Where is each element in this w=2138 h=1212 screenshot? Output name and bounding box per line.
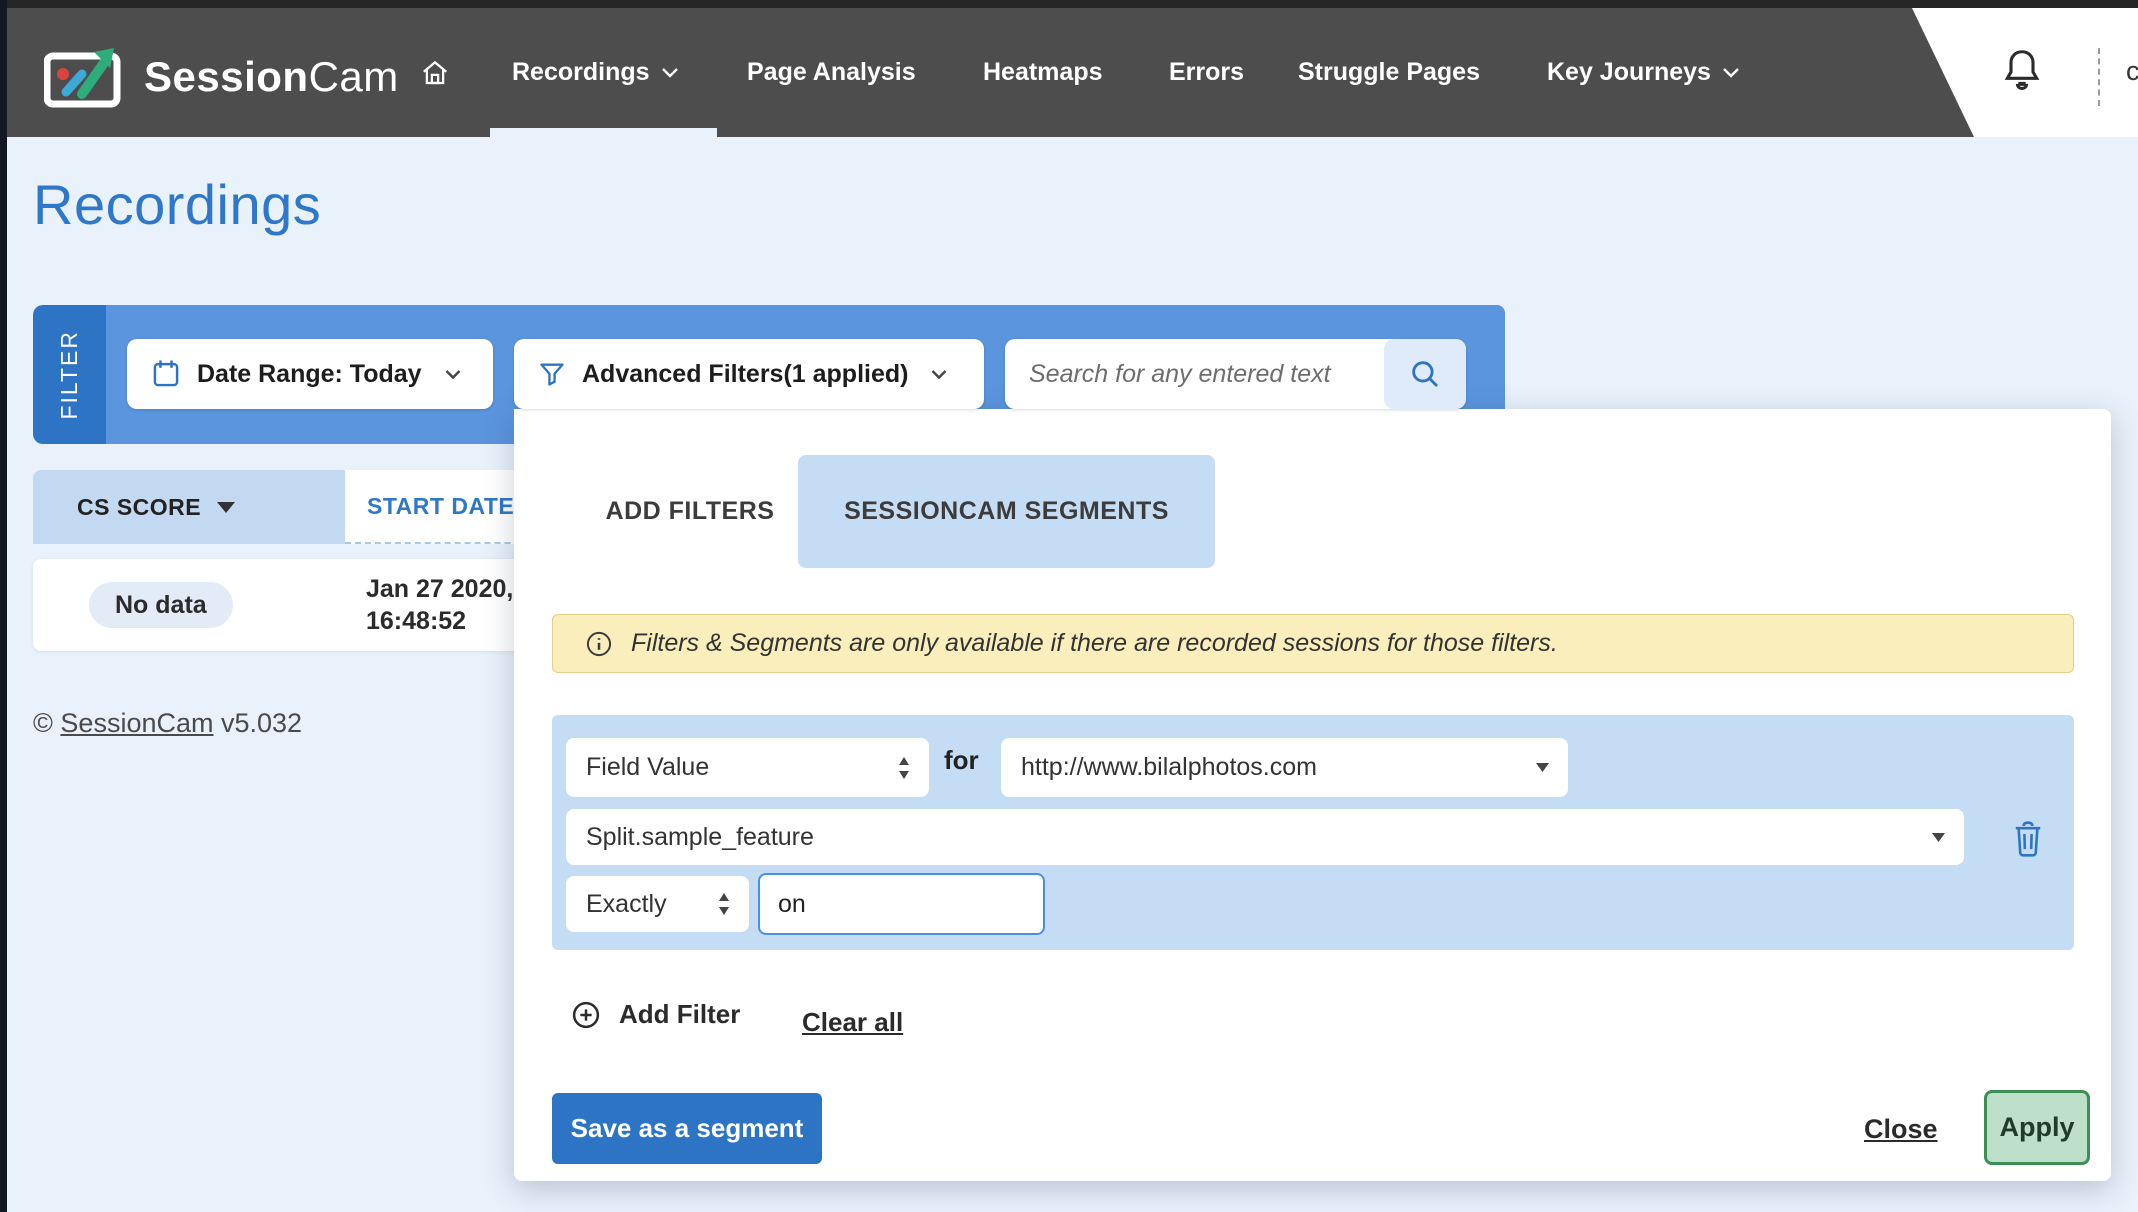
brand-name-bold: Session	[144, 53, 309, 100]
close-link[interactable]: Close	[1864, 1114, 1938, 1145]
active-nav-indicator	[490, 128, 717, 137]
chevron-down-icon	[660, 66, 680, 80]
search-box	[1005, 339, 1466, 409]
cs-score-value: No data	[115, 591, 207, 620]
nav-item-page-analysis[interactable]: Page Analysis	[747, 8, 916, 137]
operator-select[interactable]: Exactly	[566, 876, 749, 932]
circle-plus-icon	[571, 1000, 601, 1030]
page-title: Recordings	[33, 172, 321, 237]
chevron-down-icon	[444, 368, 462, 381]
nav-item-label: Struggle Pages	[1298, 58, 1480, 87]
select-spinner-icon	[897, 755, 911, 781]
chevron-down-icon	[1721, 66, 1741, 80]
footer-version: v5.032	[221, 708, 302, 738]
nav-item-key-journeys[interactable]: Key Journeys	[1547, 8, 1741, 137]
advanced-filters-button[interactable]: Advanced Filters(1 applied)	[514, 339, 984, 409]
window-top-edge	[0, 0, 2138, 8]
brand-logo[interactable]: SessionCam	[44, 44, 399, 110]
chevron-down-icon	[930, 368, 948, 381]
nav-item-recordings[interactable]: Recordings	[512, 8, 680, 137]
search-input[interactable]	[1005, 339, 1384, 409]
field-name-select[interactable]: Split.sample_feature	[566, 809, 1964, 865]
dropdown-arrow-icon	[1535, 762, 1550, 773]
brand-name: SessionCam	[144, 53, 399, 101]
cs-score-header-label: CS SCORE	[77, 494, 201, 521]
for-label: for	[944, 745, 979, 776]
tab-add-filters-label: ADD FILTERS	[606, 497, 775, 526]
nav-home[interactable]	[420, 8, 450, 137]
nav-item-label: Key Journeys	[1547, 58, 1711, 87]
footer: © SessionCam v5.032	[33, 708, 302, 739]
clear-all-link[interactable]: Clear all	[802, 1007, 903, 1038]
delete-filter-button[interactable]	[2008, 819, 2048, 859]
add-filter-button[interactable]: Add Filter	[571, 999, 740, 1030]
field-type-value: Field Value	[586, 753, 709, 782]
field-name-value: Split.sample_feature	[586, 823, 814, 852]
filter-tab-label: FILTER	[56, 330, 83, 420]
copyright-symbol: ©	[33, 708, 53, 738]
start-date-value: Jan 27 2020, 16:48:52	[366, 573, 513, 637]
site-value: http://www.bilalphotos.com	[1021, 753, 1317, 782]
funnel-icon	[538, 360, 566, 388]
tab-sessioncam-segments[interactable]: SESSIONCAM SEGMENTS	[798, 455, 1215, 568]
dropdown-arrow-icon	[1931, 832, 1946, 843]
trash-icon	[2012, 821, 2044, 857]
nav-item-heatmaps[interactable]: Heatmaps	[983, 8, 1103, 137]
window-left-edge	[0, 0, 7, 1212]
nav-item-errors[interactable]: Errors	[1169, 8, 1244, 137]
nav-item-label: Page Analysis	[747, 58, 916, 87]
column-header-cs-score[interactable]: CS SCORE	[33, 470, 345, 544]
apply-button[interactable]: Apply	[1984, 1090, 2090, 1165]
notifications-button[interactable]	[2000, 46, 2044, 96]
field-type-select[interactable]: Field Value	[566, 738, 929, 797]
operator-value: Exactly	[586, 890, 667, 919]
notice-text: Filters & Segments are only available if…	[631, 629, 1558, 658]
advanced-filters-panel: ADD FILTERS SESSIONCAM SEGMENTS Filters …	[514, 409, 2111, 1181]
nav-item-label: Recordings	[512, 58, 650, 87]
tab-add-filters[interactable]: ADD FILTERS	[580, 455, 800, 568]
filter-value-input[interactable]	[758, 873, 1045, 935]
sort-desc-icon	[217, 502, 235, 513]
nav-divider	[2098, 48, 2100, 106]
nav-item-label: Heatmaps	[983, 58, 1103, 87]
date-range-button[interactable]: Date Range: Today	[127, 339, 493, 409]
start-date-line1: Jan 27 2020,	[366, 573, 513, 605]
date-range-label: Date Range: Today	[197, 360, 422, 389]
advanced-filters-label: Advanced Filters(1 applied)	[582, 360, 908, 389]
partial-account-text: c	[2126, 56, 2138, 87]
calendar-icon	[151, 358, 181, 390]
start-date-line2: 16:48:52	[366, 605, 513, 637]
nav-item-struggle-pages[interactable]: Struggle Pages	[1298, 8, 1480, 137]
filter-tab[interactable]: FILTER	[33, 305, 106, 444]
notice-banner: Filters & Segments are only available if…	[552, 614, 2074, 673]
brand-name-light: Cam	[309, 53, 399, 100]
info-icon	[585, 630, 613, 658]
top-nav: SessionCam Recordings Page Analysis Heat…	[0, 0, 2138, 137]
tab-segments-label: SESSIONCAM SEGMENTS	[844, 497, 1169, 526]
filter-condition-box: Field Value for http://www.bilalphotos.c…	[552, 715, 2074, 950]
search-icon	[1408, 357, 1442, 391]
cs-score-badge: No data	[89, 582, 233, 628]
app-window: SessionCam Recordings Page Analysis Heat…	[0, 0, 2138, 1212]
save-segment-button[interactable]: Save as a segment	[552, 1093, 822, 1164]
footer-brand-link[interactable]: SessionCam	[60, 708, 213, 738]
search-button[interactable]	[1384, 339, 1466, 409]
sessioncam-logo-icon	[44, 44, 130, 110]
start-date-header-label: START DATE	[367, 493, 514, 520]
add-filter-label: Add Filter	[619, 999, 740, 1030]
nav-right-cutout: c	[1900, 0, 2138, 137]
nav-item-label: Errors	[1169, 58, 1244, 87]
select-spinner-icon	[717, 891, 731, 917]
home-icon	[420, 58, 450, 88]
site-select[interactable]: http://www.bilalphotos.com	[1001, 738, 1568, 797]
